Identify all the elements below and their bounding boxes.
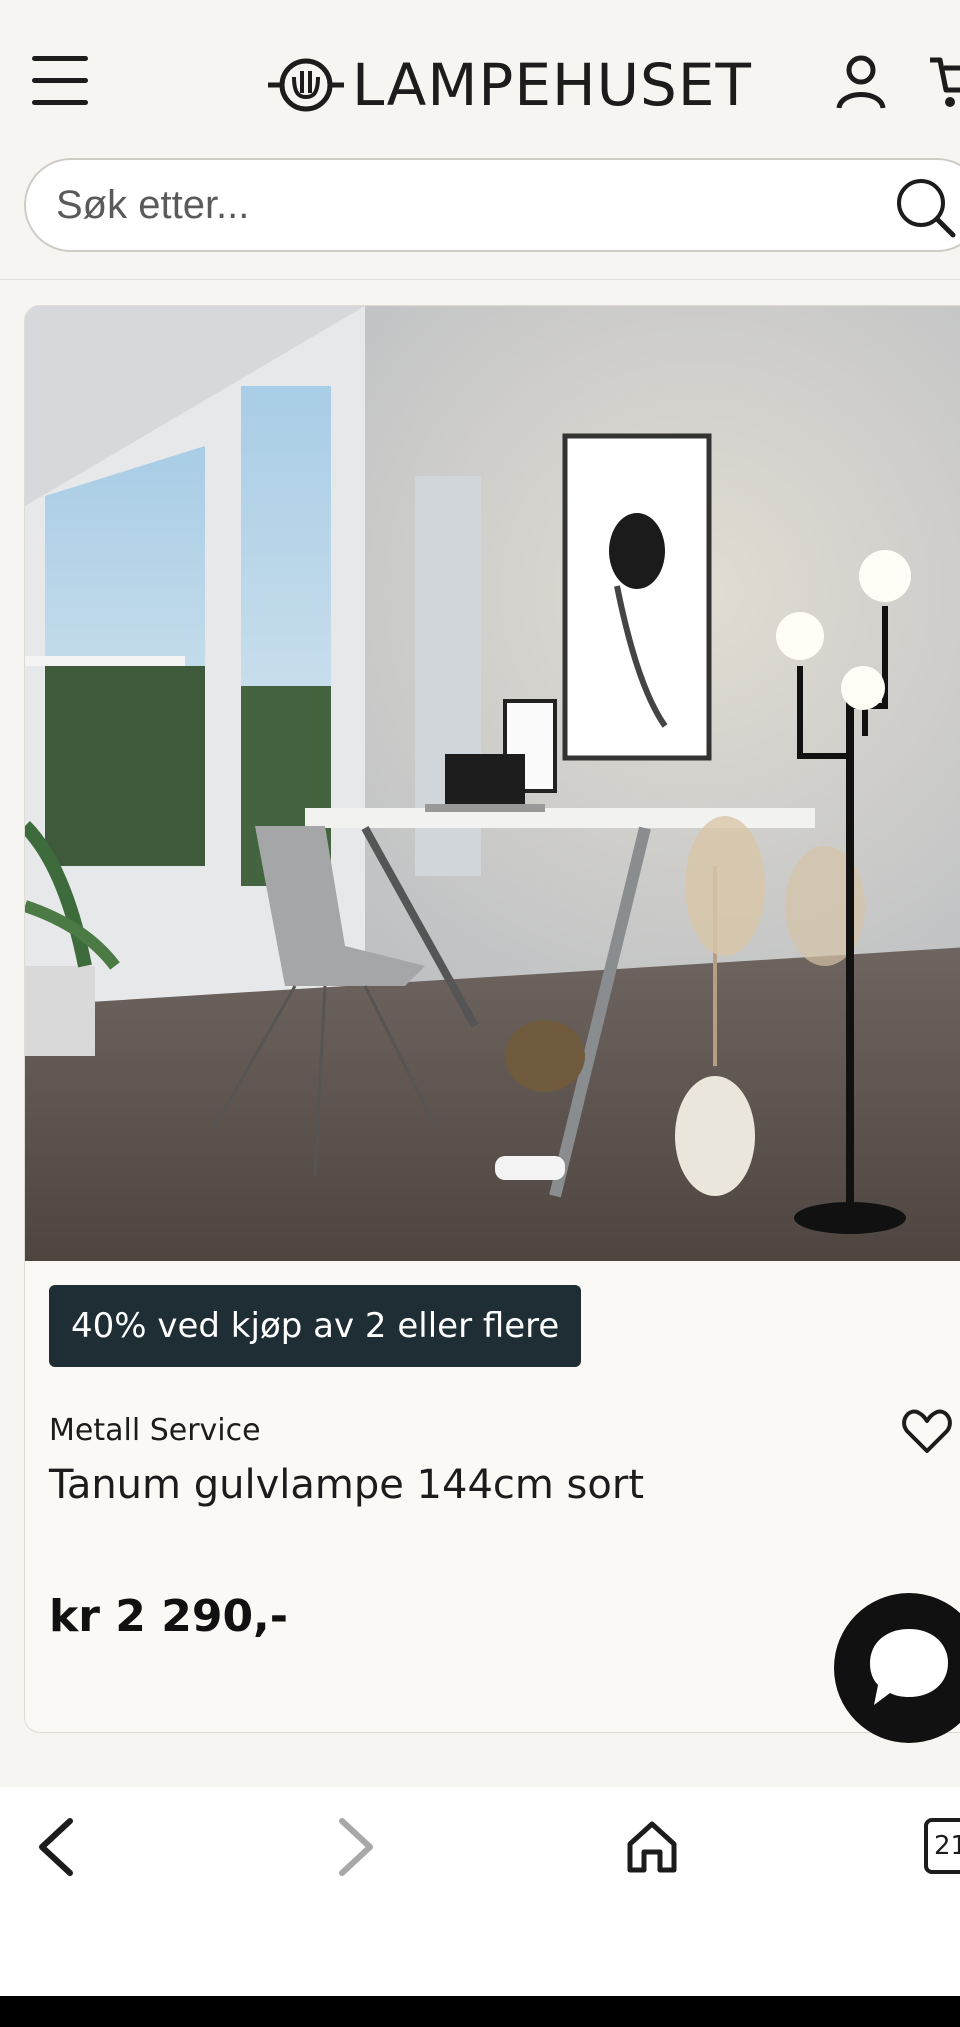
chevron-right-icon[interactable] [330,1815,380,1879]
system-navigation-bar [0,1996,960,2027]
product-price: kr 2 290,- [49,1591,289,1642]
home-icon[interactable] [624,1818,680,1876]
site-logo[interactable]: LAMPEHUSET [268,50,752,120]
search-input[interactable] [56,160,876,250]
heart-icon[interactable] [901,1405,953,1457]
product-image[interactable] [25,306,960,1261]
search-bar [24,158,960,252]
promo-badge: 40% ved kjøp av 2 eller flere [49,1285,582,1367]
tab-count-button[interactable]: 21 [924,1818,960,1874]
lamp-logo-icon [268,58,344,112]
chevron-left-icon[interactable] [32,1815,82,1879]
hamburger-menu-icon[interactable] [32,56,88,106]
cart-icon[interactable] [928,54,960,110]
search-icon[interactable] [894,176,956,238]
product-card[interactable]: 40% ved kjøp av 2 eller flere Metall Ser… [24,305,960,1733]
user-icon[interactable] [835,54,887,110]
browser-toolbar [0,1787,960,1996]
chat-bubble-icon [870,1629,948,1705]
product-brand: Metall Service [49,1413,261,1448]
product-title[interactable]: Tanum gulvlampe 144cm sort [49,1462,644,1508]
site-header: LAMPEHUSET [0,0,960,280]
logo-text: LAMPEHUSET [352,51,752,119]
